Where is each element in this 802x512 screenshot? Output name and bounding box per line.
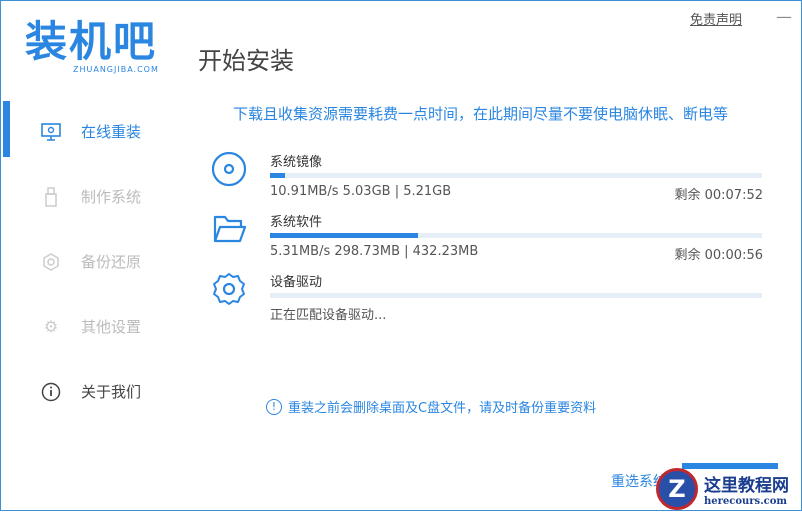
sidebar-item-label: 关于我们 — [81, 383, 142, 401]
task-remaining: 剩余 00:00:56 — [674, 248, 763, 263]
task-system-image: 系统镜像 10.91MB/s 5.03GB | 5.21GB 剩余 00:07:… — [211, 151, 763, 211]
folder-icon — [213, 215, 247, 243]
page-title: 开始安装 — [198, 47, 294, 75]
warning-icon: ! — [266, 398, 282, 415]
sidebar-item-label: 制作系统 — [81, 188, 142, 206]
installer-window: 装机吧 ZHUANGJIBA.COM 开始安装 免责声明 — 在线重装 制作系统… — [0, 0, 802, 511]
logo: 装机吧 — [25, 17, 158, 66]
sidebar-item-make-system[interactable]: 制作系统 — [1, 164, 191, 229]
task-info: 正在匹配设备驱动... — [270, 308, 387, 323]
task-remaining: 剩余 00:07:52 — [674, 188, 763, 203]
progress-fill — [270, 173, 285, 178]
progress-bar — [270, 233, 762, 238]
disclaimer-link[interactable]: 免责声明 — [690, 9, 742, 28]
sidebar-item-label: 其他设置 — [81, 318, 142, 336]
gear-icon — [213, 273, 245, 305]
task-info: 10.91MB/s 5.03GB | 5.21GB — [270, 184, 452, 199]
usb-icon — [41, 186, 61, 207]
task-device-drivers: 设备驱动 正在匹配设备驱动... — [211, 271, 763, 331]
progress-fill — [270, 233, 418, 238]
disc-icon — [211, 151, 247, 187]
task-system-software: 系统软件 5.31MB/s 298.73MB | 432.23MB 剩余 00:… — [211, 211, 763, 271]
watermark-title: 这里教程网 — [704, 476, 789, 496]
download-notice: 下载且收集资源需要耗费一点时间，在此期间尽量不要使电脑休眠、断电等 — [233, 105, 729, 123]
progress-bar — [270, 293, 762, 298]
backup-warning: ! 重装之前会删除桌面及C盘文件，请及时备份重要资料 — [266, 397, 596, 416]
progress-bar — [270, 173, 762, 178]
backup-icon — [41, 252, 61, 272]
watermark: Z 这里教程网 herecours.com — [656, 466, 802, 512]
task-name: 系统软件 — [270, 215, 323, 230]
gear-icon: ⚙ — [43, 317, 59, 336]
task-name: 设备驱动 — [270, 275, 323, 290]
warning-text: 重装之前会删除桌面及C盘文件，请及时备份重要资料 — [288, 401, 597, 416]
minimize-button[interactable]: — — [776, 7, 792, 26]
watermark-logo: Z — [656, 468, 698, 510]
sidebar-item-about-us[interactable]: 关于我们 — [1, 359, 191, 424]
watermark-url: herecours.com — [704, 496, 788, 507]
task-name: 系统镜像 — [270, 155, 323, 170]
sidebar: 在线重装 制作系统 备份还原 ⚙ 其他设置 关于我们 — [1, 99, 191, 424]
info-icon — [41, 382, 61, 402]
sidebar-item-backup-restore[interactable]: 备份还原 — [1, 229, 191, 294]
sidebar-item-online-reinstall[interactable]: 在线重装 — [1, 99, 191, 164]
logo-subtitle: ZHUANGJIBA.COM — [73, 65, 159, 74]
monitor-icon — [41, 122, 61, 142]
sidebar-item-other-settings[interactable]: ⚙ 其他设置 — [1, 294, 191, 359]
sidebar-item-label: 备份还原 — [81, 253, 142, 271]
sidebar-item-label: 在线重装 — [81, 123, 142, 141]
task-info: 5.31MB/s 298.73MB | 432.23MB — [270, 244, 479, 259]
